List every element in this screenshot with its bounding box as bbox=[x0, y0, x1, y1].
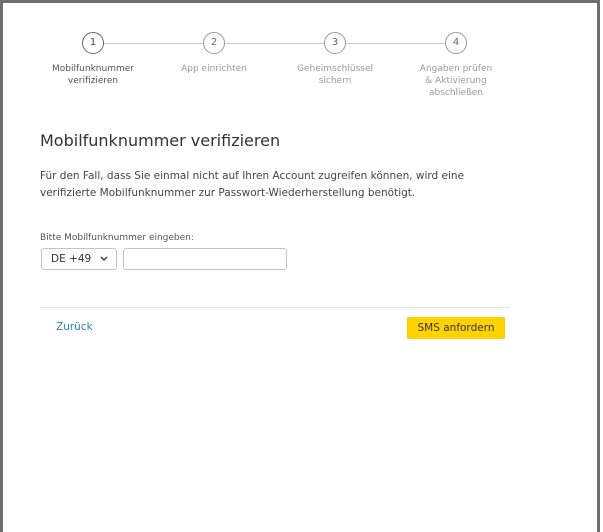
step-label-line: abschließen bbox=[428, 88, 484, 98]
request-sms-button[interactable]: SMS anfordern bbox=[407, 317, 505, 339]
step-label: Mobilfunknummer verifizieren bbox=[38, 63, 148, 87]
page-description: Für den Fall, dass Sie einmal nicht auf … bbox=[40, 170, 465, 199]
chevron-down-icon bbox=[100, 249, 108, 277]
step-label-line: App einrichten bbox=[181, 64, 247, 74]
step-label-line: sichern bbox=[318, 76, 352, 86]
progress-stepper: 1 Mobilfunknummer verifizieren 2 App ein… bbox=[3, 3, 603, 123]
step-label-line: Mobilfunknummer bbox=[52, 64, 134, 74]
step-label-line: verifizieren bbox=[67, 76, 119, 86]
step-label-line: Geheimschlüssel bbox=[297, 64, 373, 74]
step-2: 2 App einrichten bbox=[159, 32, 269, 75]
step-label: App einrichten bbox=[159, 63, 269, 75]
page-title: Mobilfunknummer verifizieren bbox=[40, 131, 281, 150]
step-number: 4 bbox=[445, 32, 467, 54]
footer-divider bbox=[40, 307, 510, 308]
wizard-frame: 1 Mobilfunknummer verifizieren 2 App ein… bbox=[0, 0, 600, 532]
step-3: 3 Geheimschlüssel sichern bbox=[280, 32, 390, 87]
step-number: 1 bbox=[82, 32, 104, 54]
step-label-line: & Aktivierung bbox=[425, 76, 487, 86]
step-number: 3 bbox=[324, 32, 346, 54]
step-label: Geheimschlüssel sichern bbox=[280, 63, 390, 87]
country-code-value: DE +49 bbox=[51, 253, 92, 265]
step-1: 1 Mobilfunknummer verifizieren bbox=[38, 32, 148, 87]
phone-number-input[interactable] bbox=[123, 248, 287, 270]
step-label-line: Angaben prüfen bbox=[419, 64, 493, 74]
phone-field-label: Bitte Mobilfunknummer eingeben: bbox=[40, 233, 194, 243]
step-label: Angaben prüfen & Aktivierung abschließen bbox=[401, 63, 511, 99]
step-number: 2 bbox=[203, 32, 225, 54]
country-code-select[interactable]: DE +49 bbox=[41, 248, 117, 270]
back-link[interactable]: Zurück bbox=[56, 321, 93, 333]
step-4: 4 Angaben prüfen & Aktivierung abschließ… bbox=[401, 32, 511, 99]
